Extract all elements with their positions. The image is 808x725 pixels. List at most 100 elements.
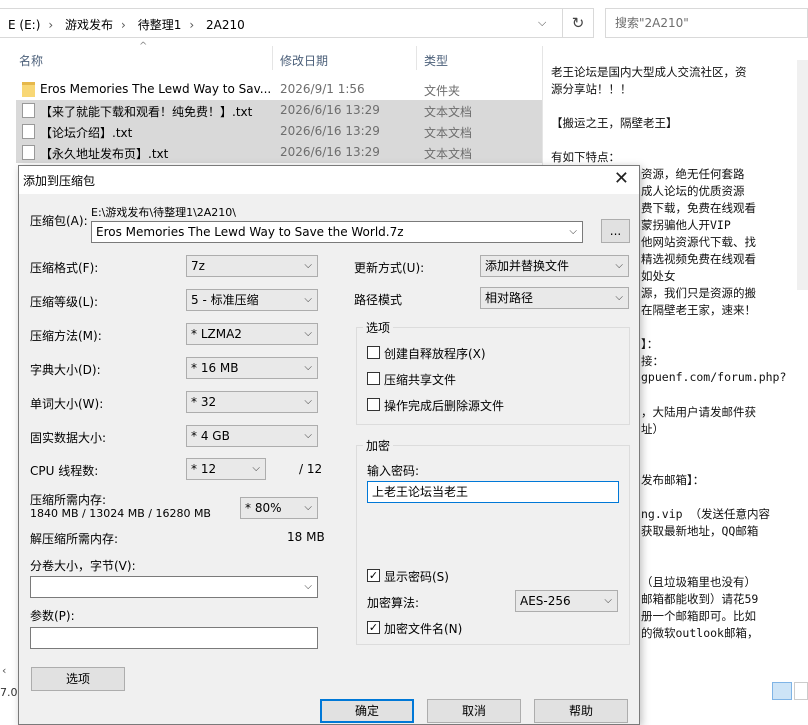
scroll-left-icon[interactable]: ‹	[2, 664, 6, 677]
breadcrumb-folder[interactable]: 待整理1	[138, 18, 182, 32]
path-mode-select[interactable]: 相对路径 ⌵	[480, 287, 629, 309]
encrypt-filenames-checkbox[interactable]: ✓	[367, 621, 380, 634]
show-password-checkbox[interactable]: ✓	[367, 569, 380, 582]
memory-percent-select[interactable]: * 80% ⌵	[240, 497, 318, 519]
preview-line: ng.vip （发送任意内容	[641, 507, 770, 521]
help-button[interactable]: 帮助	[534, 699, 628, 723]
update-mode-select[interactable]: 添加并替换文件 ⌵	[480, 255, 629, 277]
path-mode-label: 路径模式	[354, 293, 403, 307]
preview-line: 有如下特点：	[551, 150, 620, 164]
preview-line: 成人论坛的优质资源	[641, 184, 745, 198]
chevron-down-icon: ⌵	[615, 260, 623, 271]
column-divider[interactable]	[416, 46, 417, 70]
level-label: 压缩等级(L):	[30, 295, 99, 309]
threads-value: * 12	[191, 462, 217, 476]
options-button[interactable]: 选项	[31, 667, 125, 691]
chevron-down-icon[interactable]: ⌵	[538, 16, 546, 30]
cancel-button[interactable]: 取消	[427, 699, 521, 723]
folder-icon	[22, 82, 35, 97]
breadcrumb-folder[interactable]: 游戏发布	[65, 18, 113, 32]
chevron-down-icon: ⌵	[615, 292, 623, 303]
split-label: 分卷大小，字节(V):	[30, 559, 136, 573]
column-header-name[interactable]: 名称	[19, 52, 43, 69]
solid-select[interactable]: * 4 GB ⌵	[186, 425, 318, 447]
ok-button[interactable]: 确定	[320, 699, 414, 723]
close-icon[interactable]: ✕	[614, 168, 629, 189]
file-date: 2026/6/16 13:29	[280, 103, 380, 117]
method-value: * LZMA2	[191, 327, 242, 341]
file-row[interactable]: 【论坛介绍】.txt 2026/6/16 13:29 文本文档	[16, 121, 542, 142]
chevron-down-icon: ⌵	[304, 362, 312, 373]
column-divider[interactable]	[272, 46, 273, 70]
preview-line: 资源，绝无任何套路	[641, 167, 745, 181]
decompress-memory-value: 18 MB	[287, 530, 325, 544]
dict-select[interactable]: * 16 MB ⌵	[186, 357, 318, 379]
address-bar[interactable]: E (E:) › 游戏发布 › 待整理1 › 2A210 ⌵	[0, 8, 594, 38]
file-type: 文本文档	[424, 126, 473, 140]
file-name: 【永久地址发布页】.txt	[40, 147, 169, 161]
file-type: 文件夹	[424, 84, 461, 98]
column-header-type[interactable]: 类型	[424, 52, 448, 69]
memory-label: 压缩所需内存:	[30, 493, 107, 507]
chevron-down-icon: ⌵	[304, 260, 312, 271]
preview-line: 在隔壁老王家，速来！	[641, 303, 756, 317]
encryption-group: 加密 输入密码: 上老王论坛当老王 ✓ 显示密码(S) 加密算法: AES-25…	[356, 437, 630, 645]
path-mode-value: 相对路径	[485, 291, 534, 305]
search-input[interactable]: 搜索"2A210"	[605, 8, 808, 38]
options-group: 选项 创建自释放程序(X) 压缩共享文件 操作完成后删除源文件	[356, 319, 630, 425]
preview-line: 源分享站！！！	[551, 82, 632, 96]
chevron-right-icon: ›	[48, 18, 54, 32]
word-select[interactable]: * 32 ⌵	[186, 391, 318, 413]
chevron-right-icon: ›	[121, 18, 126, 32]
params-label: 参数(P):	[30, 609, 75, 623]
format-select[interactable]: 7z ⌵	[186, 255, 318, 277]
archive-path: E:\游戏发布\待整理1\2A210\	[91, 206, 236, 219]
threads-select[interactable]: * 12 ⌵	[186, 458, 266, 480]
chevron-down-icon[interactable]: ⌵	[569, 222, 577, 242]
dialog-titlebar[interactable]: 添加到压缩包 ✕	[19, 166, 639, 194]
params-input[interactable]	[30, 627, 318, 649]
archive-name-value: Eros Memories The Lewd Way to Save the W…	[96, 225, 404, 239]
preview-line: 蒙拐骗他人开VIP	[641, 218, 731, 232]
tiles-view-icon[interactable]	[794, 682, 808, 700]
details-view-icon[interactable]	[772, 682, 792, 700]
dict-value: * 16 MB	[191, 361, 239, 375]
file-name: 【来了就能下载和观看！纯免费！】.txt	[40, 105, 253, 119]
shared-label[interactable]: 压缩共享文件	[384, 371, 456, 388]
preview-line: （且垃圾箱里也没有）	[641, 575, 756, 589]
column-header-date[interactable]: 修改日期	[280, 52, 328, 69]
refresh-icon[interactable]: ↻	[562, 8, 594, 38]
add-to-archive-dialog: 添加到压缩包 ✕ 压缩包(A): E:\游戏发布\待整理1\2A210\ Ero…	[18, 165, 640, 725]
shared-checkbox[interactable]	[367, 372, 380, 385]
encryption-method-select[interactable]: AES-256 ⌵	[515, 590, 618, 612]
threads-total: / 12	[299, 462, 323, 476]
sfx-label[interactable]: 创建自释放程序(X)	[384, 345, 486, 362]
password-input[interactable]: 上老王论坛当老王	[367, 481, 619, 503]
encryption-group-title: 加密	[363, 437, 394, 454]
preview-line: 源，我们只是资源的搬	[641, 286, 756, 300]
encrypt-filenames-label[interactable]: 加密文件名(N)	[384, 620, 462, 637]
preview-scrollbar[interactable]	[797, 60, 808, 290]
split-size-combo[interactable]: ⌵	[30, 576, 318, 598]
file-row[interactable]: 【来了就能下载和观看！纯免费！】.txt 2026/6/16 13:29 文本文…	[16, 100, 542, 121]
preview-line: 】：	[641, 337, 659, 351]
threads-label: CPU 线程数:	[30, 464, 99, 478]
breadcrumb-current[interactable]: 2A210	[206, 18, 245, 32]
text-file-icon	[22, 145, 35, 160]
archive-name-combo[interactable]: Eros Memories The Lewd Way to Save the W…	[91, 221, 583, 243]
delete-source-checkbox[interactable]	[367, 398, 380, 411]
chevron-right-icon: ›	[189, 18, 195, 32]
level-select[interactable]: 5 - 标准压缩 ⌵	[186, 289, 318, 311]
show-password-label[interactable]: 显示密码(S)	[384, 568, 449, 585]
file-row[interactable]: 【永久地址发布页】.txt 2026/6/16 13:29 文本文档	[16, 142, 542, 163]
chevron-down-icon: ⌵	[304, 328, 312, 339]
browse-button[interactable]: ...	[601, 219, 630, 243]
sfx-checkbox[interactable]	[367, 346, 380, 359]
preview-line: 费下载，免费在线观看	[641, 201, 756, 215]
method-select[interactable]: * LZMA2 ⌵	[186, 323, 318, 345]
delete-source-label[interactable]: 操作完成后删除源文件	[384, 397, 504, 414]
file-row[interactable]: Eros Memories The Lewd Way to Sav... 202…	[16, 79, 542, 100]
breadcrumb-drive[interactable]: E (E:)	[8, 18, 40, 32]
preview-line: 址）	[641, 422, 664, 436]
format-value: 7z	[191, 259, 205, 273]
